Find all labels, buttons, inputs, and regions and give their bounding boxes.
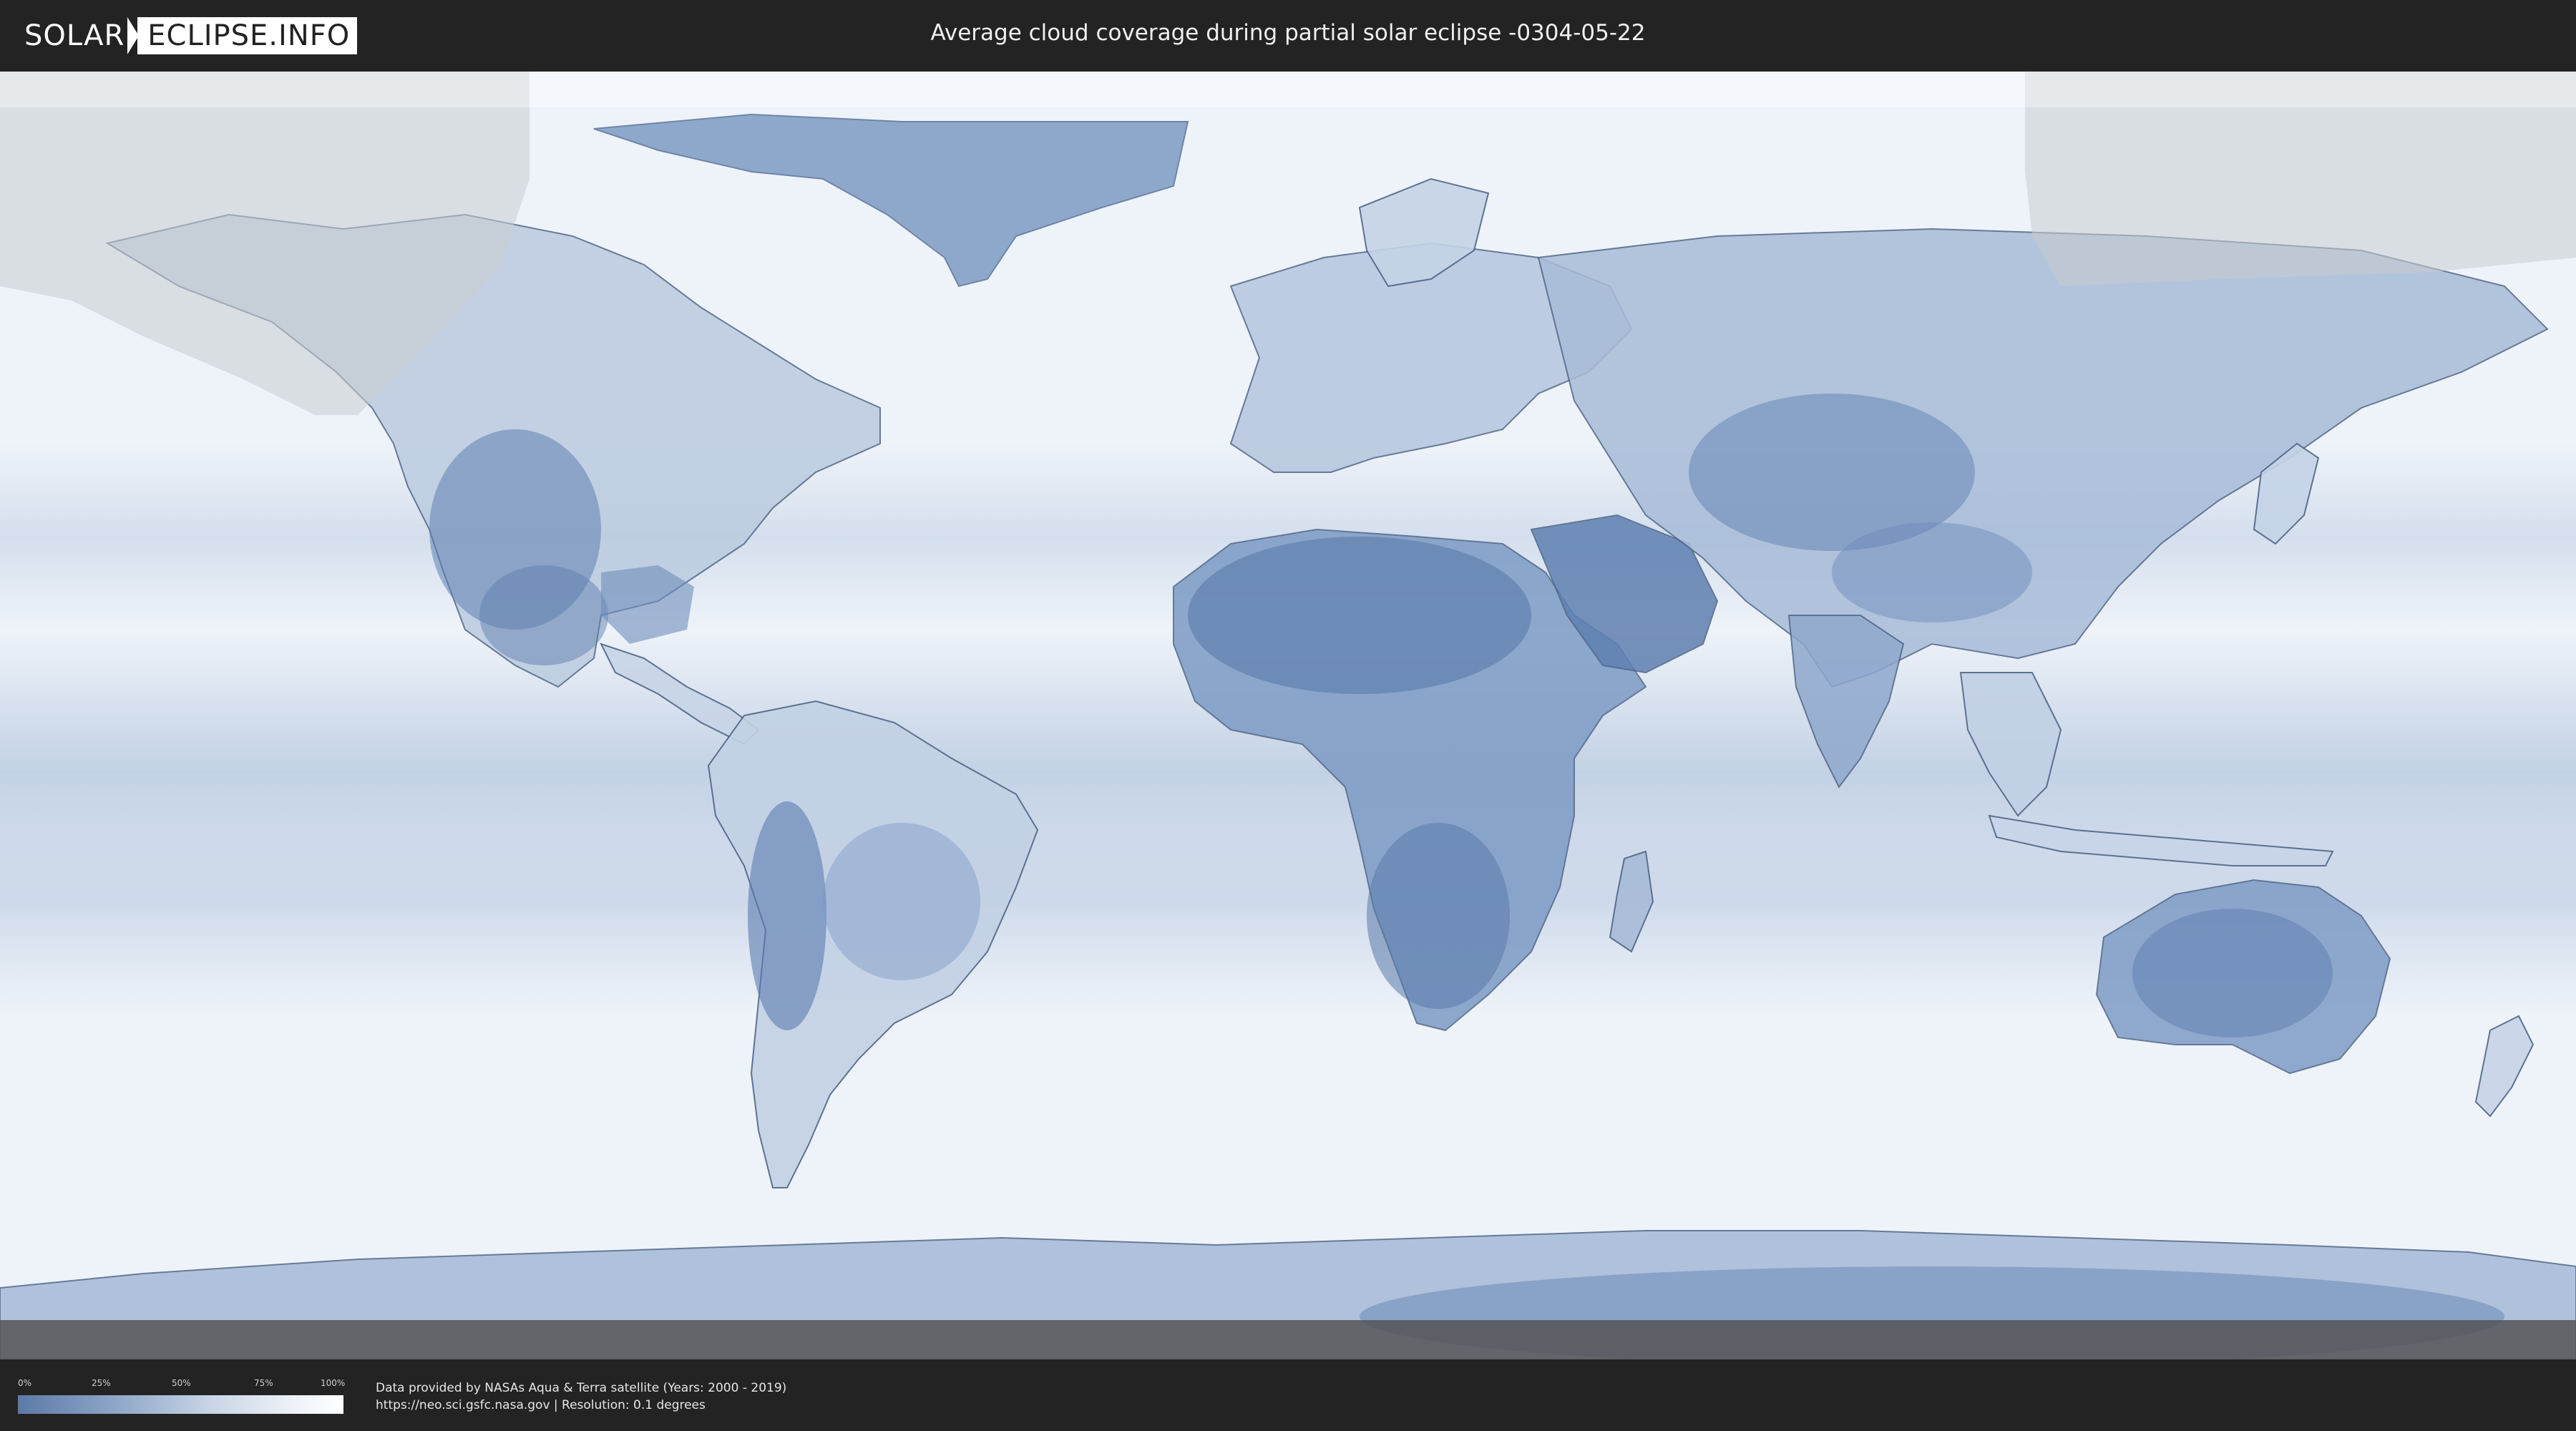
map-bottom-shade [0,1320,2576,1359]
credit-line-data-source: Data provided by NASAs Aqua & Terra sate… [376,1381,787,1395]
legend-tick-100: 100% [321,1378,346,1388]
world-map-svg [0,72,2576,1359]
legend-tick-75: 75% [254,1378,273,1388]
legend-tick-50: 50% [172,1378,191,1388]
atacama-clear [748,801,826,1030]
tibet-clear [1832,522,2032,622]
page-title: Average cloud coverage during partial so… [930,20,1646,46]
australia-interior-clear [2132,909,2333,1037]
southern-africa-clear [1367,823,1510,1009]
sahara-clear [1188,537,1531,694]
legend-tick-0: 0% [18,1378,32,1388]
brazil-interior-clear [823,823,980,980]
mexico-clear [479,565,608,665]
cloud-coverage-map [0,72,2576,1359]
credit-line-url[interactable]: https://neo.sci.gsfc.nasa.gov | Resoluti… [376,1398,706,1412]
arctic-haze [0,72,2576,107]
legend-tick-25: 25% [92,1378,111,1388]
header: SOLAR ECLIPSE.INFO Average cloud coverag… [0,0,2576,72]
footer: 0% 25% 50% 75% 100% Data provided by NAS… [0,1359,2576,1431]
cloud-coverage-legend-bar [18,1395,343,1414]
